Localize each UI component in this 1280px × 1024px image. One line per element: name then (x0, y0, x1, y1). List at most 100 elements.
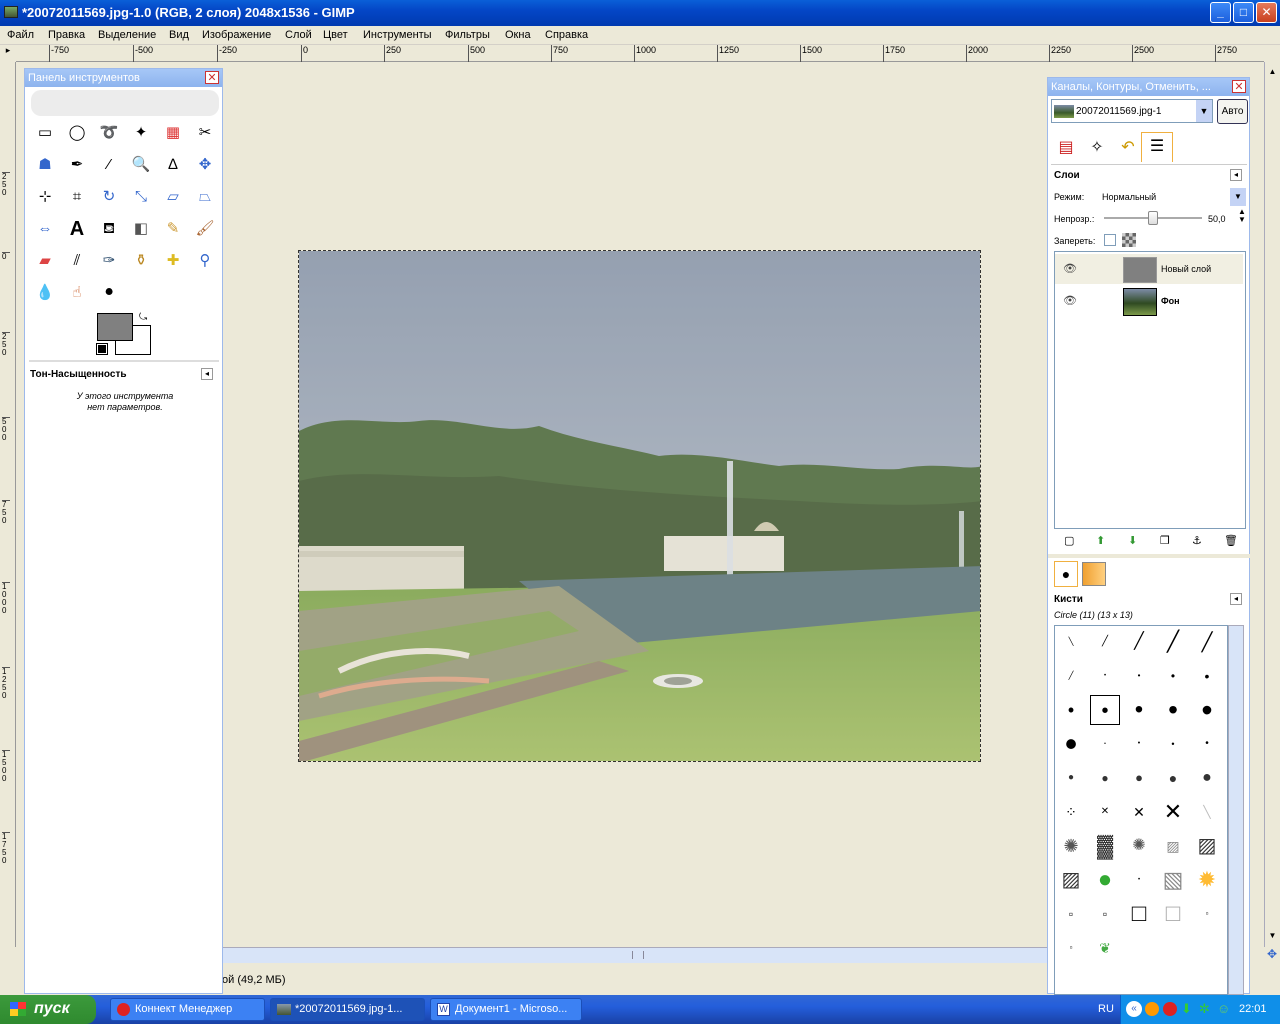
task-connect-manager[interactable]: Коннект Менеджер (110, 998, 265, 1021)
brush-item[interactable]: ╱ (1124, 627, 1154, 657)
dock-close-icon[interactable]: ✕ (1232, 80, 1246, 93)
scroll-down-icon[interactable]: ▼ (1265, 928, 1280, 943)
flip-icon[interactable]: ⇔ (31, 215, 59, 243)
brush-item[interactable]: ▫ (1192, 899, 1222, 929)
menu-edit[interactable]: Правка (48, 29, 85, 41)
start-button[interactable]: пуск (0, 995, 96, 1024)
brush-item[interactable]: ▫ (1056, 933, 1086, 963)
brush-item[interactable]: □ (1158, 899, 1188, 929)
measure-icon[interactable]: ∆ (159, 151, 187, 179)
brush-item[interactable]: • (1090, 729, 1120, 759)
language-indicator[interactable]: RU (1098, 1003, 1114, 1015)
brush-item[interactable]: ╱ (1192, 627, 1222, 657)
brush-item[interactable]: ❦ (1090, 933, 1120, 963)
rotate-icon[interactable]: ↻ (95, 183, 123, 211)
chevron-down-icon[interactable]: ▼ (1230, 188, 1246, 206)
brush-item[interactable]: ● (1056, 763, 1086, 793)
brush-item[interactable]: ✺ (1056, 831, 1086, 861)
brush-item[interactable]: ╱ (1090, 627, 1120, 657)
canvas-vscrollbar[interactable]: ▲ ▼ (1264, 62, 1280, 947)
task-gimp[interactable]: *20072011569.jpg-1... (270, 998, 425, 1021)
lower-layer-icon[interactable]: ⬇ (1128, 534, 1137, 547)
brush-item[interactable]: ╱ (1056, 661, 1086, 691)
menu-layer[interactable]: Слой (285, 29, 312, 41)
brush-item[interactable]: ▧ (1158, 865, 1188, 895)
scale-icon[interactable]: ⤡ (127, 183, 155, 211)
brush-item[interactable]: • (1056, 726, 1086, 762)
brush-item[interactable]: • (1090, 661, 1120, 691)
brushes-tab-icon[interactable]: ● (1054, 561, 1078, 587)
tab-layers-icon[interactable]: ☰ (1141, 132, 1173, 162)
maximize-button[interactable]: □ (1233, 2, 1254, 23)
brush-item[interactable]: • (1124, 729, 1154, 759)
brush-item[interactable]: • (1192, 694, 1222, 726)
align-icon[interactable]: ⊹ (31, 183, 59, 211)
close-button[interactable]: ✕ (1256, 2, 1277, 23)
perspective-icon[interactable]: ⏢ (191, 183, 219, 211)
eye-icon[interactable]: 👁 (1063, 262, 1077, 275)
foreground-color-swatch[interactable] (97, 313, 133, 341)
menu-view[interactable]: Вид (169, 29, 189, 41)
brush-item[interactable]: □ (1124, 899, 1154, 929)
tab-paths-icon[interactable]: ✧ (1082, 134, 1112, 162)
delete-layer-icon[interactable]: 🗑 (1224, 534, 1238, 547)
brush-item[interactable]: ▨ (1056, 865, 1086, 895)
menu-select[interactable]: Выделение (98, 29, 156, 41)
raise-layer-icon[interactable]: ⬆ (1096, 534, 1105, 547)
eye-icon[interactable]: 👁 (1063, 294, 1077, 307)
opacity-spinner-icon[interactable]: ▲ ▼ (1238, 208, 1246, 224)
heal-icon[interactable]: ✚ (159, 247, 187, 275)
minimize-button[interactable]: _ (1210, 2, 1231, 23)
brush-item[interactable]: ▫ (1056, 899, 1086, 929)
menu-tools[interactable]: Инструменты (363, 29, 432, 41)
brush-item[interactable]: ● (1192, 763, 1222, 793)
auto-button[interactable]: Авто (1217, 99, 1248, 124)
brush-item[interactable]: ✕ (1090, 797, 1120, 827)
brush-item[interactable]: • (1124, 865, 1154, 895)
swap-colors-icon[interactable]: ⤿ (139, 312, 147, 323)
brush-item[interactable]: ╱ (1158, 627, 1188, 657)
menu-windows[interactable]: Окна (505, 29, 531, 41)
brush-item[interactable]: • (1090, 695, 1120, 725)
brush-item[interactable]: • (1158, 661, 1188, 691)
smudge-icon[interactable]: ☝ (63, 279, 91, 307)
layer-row[interactable]: 👁 Фон (1055, 286, 1243, 316)
brush-item[interactable]: ▨ (1158, 831, 1188, 861)
lock-alpha-checkbox[interactable] (1104, 234, 1116, 246)
bucket-fill-icon[interactable]: ⛾ (95, 215, 123, 243)
brushes-menu-icon[interactable]: ◂ (1230, 593, 1242, 605)
new-layer-icon[interactable]: ▢ (1064, 534, 1074, 547)
menu-colors[interactable]: Цвет (323, 29, 348, 41)
brush-item[interactable]: ⁘ (1056, 797, 1086, 827)
duplicate-layer-icon[interactable]: ❐ (1160, 534, 1170, 547)
pencil-icon[interactable]: ✎ (159, 215, 187, 243)
patterns-tab-icon[interactable] (1082, 562, 1106, 586)
image-photo[interactable] (298, 250, 981, 762)
show-hidden-icon[interactable]: « (1126, 1001, 1142, 1017)
text-icon[interactable]: A (63, 215, 91, 243)
brush-item[interactable]: • (1124, 695, 1154, 725)
fuzzy-select-icon[interactable]: ✦ (127, 119, 155, 147)
navigate-icon[interactable]: ✥ (1264, 947, 1280, 963)
free-select-icon[interactable]: ➰ (95, 119, 123, 147)
brush-item[interactable]: • (1158, 695, 1188, 725)
ellipse-select-icon[interactable]: ◯ (63, 119, 91, 147)
hscroll-grip[interactable] (632, 951, 644, 959)
shear-icon[interactable]: ▱ (159, 183, 187, 211)
task-word[interactable]: W Документ1 - Microso... (430, 998, 582, 1021)
brush-item[interactable]: • (1124, 661, 1154, 691)
menu-filters[interactable]: Фильтры (445, 29, 490, 41)
tool-options-menu-icon[interactable]: ◂ (201, 368, 213, 380)
brush-item[interactable]: ● (1158, 763, 1188, 793)
brush-item[interactable]: • (1192, 661, 1222, 691)
brush-item[interactable]: ● (1090, 763, 1120, 793)
menu-help[interactable]: Справка (545, 29, 588, 41)
brush-item[interactable]: ▓ (1090, 831, 1120, 861)
brush-item[interactable]: ● (1090, 865, 1120, 895)
brushes-vscrollbar[interactable] (1228, 625, 1244, 995)
brush-item[interactable]: • (1056, 695, 1086, 725)
crop-icon[interactable]: ⌗ (63, 183, 91, 211)
tray-user-icon[interactable]: ☺ (1217, 1001, 1230, 1016)
toolbox-close-icon[interactable]: ✕ (205, 71, 219, 84)
default-colors-icon[interactable] (96, 343, 108, 355)
